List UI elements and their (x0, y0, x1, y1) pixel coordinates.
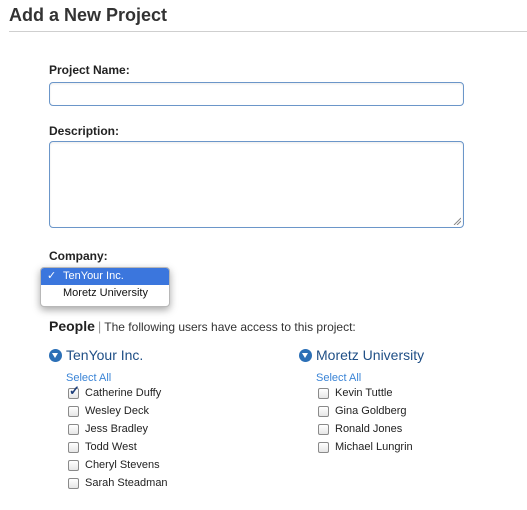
member-name: Michael Lungrin (335, 441, 413, 453)
select-all-link[interactable]: Select All (316, 372, 361, 384)
collapse-arrow-icon[interactable] (299, 348, 312, 362)
company-option-label: Moretz University (63, 287, 148, 299)
member-row[interactable]: Todd West (68, 440, 137, 454)
company-option-tenyour[interactable]: ✓ TenYour Inc. (41, 268, 169, 285)
group-name: TenYour Inc. (66, 347, 144, 363)
member-name: Jess Bradley (85, 423, 148, 435)
checkmark-icon: ✓ (47, 270, 57, 282)
member-row[interactable]: Jess Bradley (68, 422, 148, 436)
member-checkbox[interactable] (318, 423, 329, 435)
member-checkbox[interactable]: ✓ (68, 383, 80, 399)
member-row[interactable]: Michael Lungrin (318, 440, 413, 454)
project-name-label: Project Name: (49, 63, 130, 77)
member-name: Todd West (85, 441, 137, 453)
company-dropdown-menu[interactable]: ✓ TenYour Inc. Moretz University (40, 267, 170, 307)
member-row[interactable]: Ronald Jones (318, 422, 402, 436)
group-header[interactable]: Moretz University (299, 347, 424, 363)
member-checkbox[interactable] (318, 405, 329, 417)
member-row[interactable]: Kevin Tuttle (318, 386, 392, 400)
description-label: Description: (49, 124, 120, 138)
member-name: Catherine Duffy (85, 387, 162, 399)
member-row[interactable]: Gina Goldberg (318, 404, 407, 418)
project-name-input[interactable] (49, 82, 464, 106)
member-checkbox[interactable] (68, 405, 79, 417)
member-row[interactable]: Wesley Deck (68, 404, 149, 418)
member-checkbox[interactable] (68, 423, 79, 435)
member-name: Kevin Tuttle (335, 387, 393, 399)
people-separator: | (97, 319, 102, 334)
member-checkbox[interactable] (68, 441, 79, 453)
description-textarea[interactable] (49, 141, 464, 228)
group-name: Moretz University (316, 347, 425, 363)
people-title: People (49, 318, 95, 334)
member-row[interactable]: Cheryl Stevens (68, 458, 160, 472)
people-heading: People | The following users have access t… (49, 318, 356, 334)
member-checkbox[interactable] (68, 477, 79, 489)
group-moretz: Moretz University Select All Kevin Tuttl… (299, 347, 424, 453)
member-row[interactable]: Sarah Steadman (68, 476, 168, 490)
title-divider (9, 31, 527, 32)
member-checkbox[interactable] (318, 387, 329, 399)
member-checkbox[interactable] (68, 459, 79, 471)
member-name: Gina Goldberg (335, 405, 407, 417)
resize-grip-icon[interactable] (453, 217, 461, 225)
people-description: The following users have access to this … (104, 320, 356, 334)
member-name: Sarah Steadman (85, 477, 168, 489)
company-option-label: TenYour Inc. (63, 270, 124, 282)
collapse-arrow-icon[interactable] (49, 348, 62, 362)
member-checkbox[interactable] (318, 441, 329, 453)
checkmark-icon: ✓ (69, 382, 80, 398)
page-title: Add a New Project (9, 5, 168, 25)
member-name: Ronald Jones (335, 423, 403, 435)
company-label: Company: (49, 249, 108, 263)
group-header[interactable]: TenYour Inc. (49, 347, 143, 363)
group-tenyour: TenYour Inc. Select All ✓ Catherine Duff… (49, 347, 168, 489)
member-name: Cheryl Stevens (85, 459, 160, 471)
company-option-moretz[interactable]: Moretz University (41, 285, 169, 302)
member-row[interactable]: ✓ Catherine Duffy (68, 383, 162, 400)
member-name: Wesley Deck (85, 405, 149, 417)
